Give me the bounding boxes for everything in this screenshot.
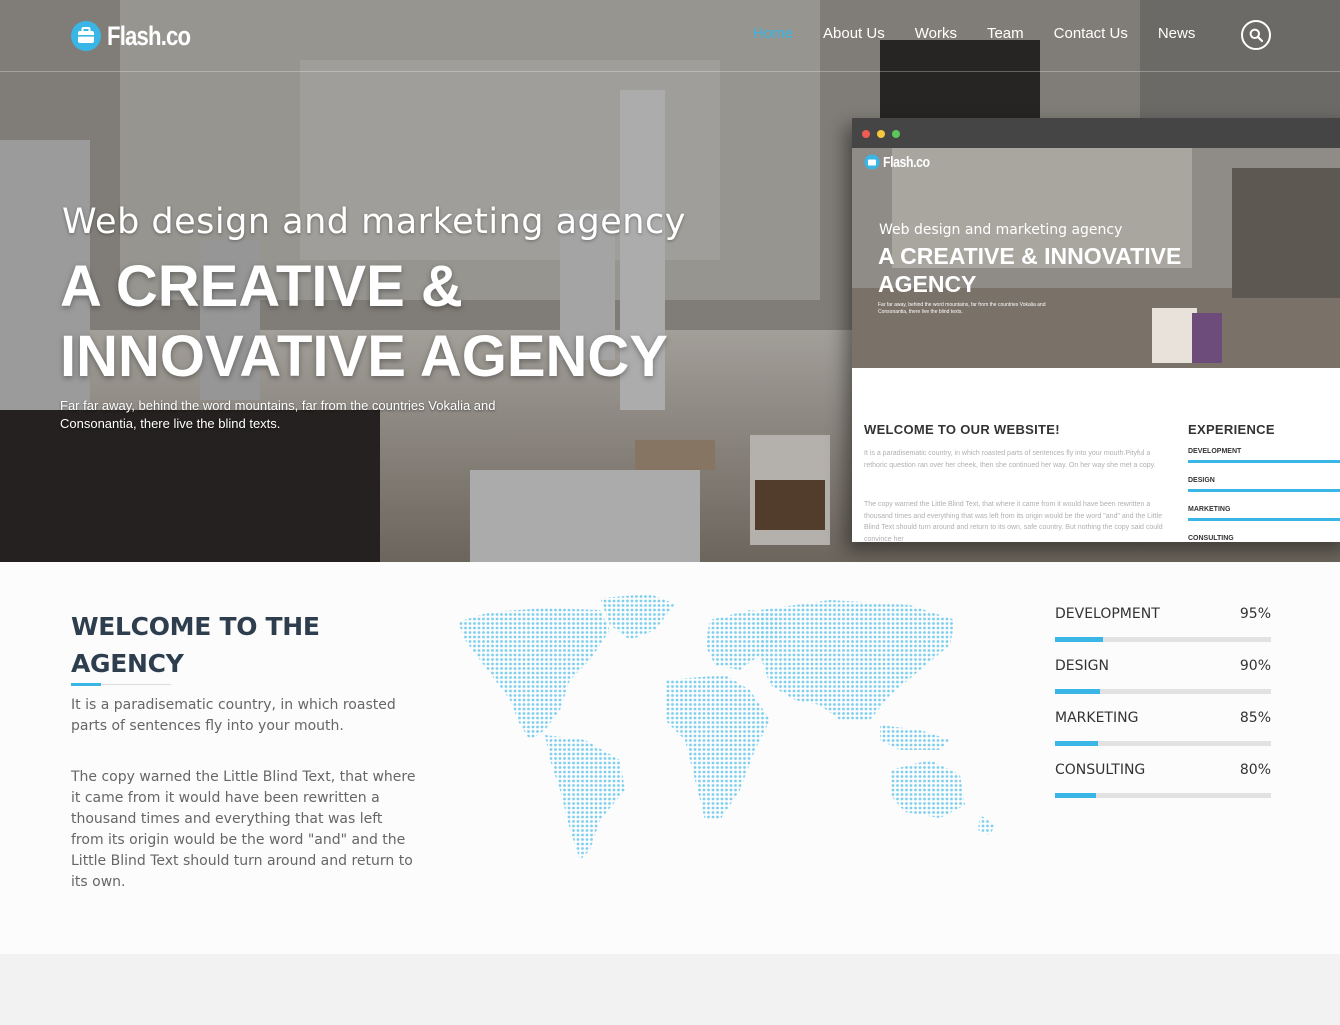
- nav-item-contact-us[interactable]: Contact Us: [1039, 24, 1143, 44]
- mockup-skill-label: DEVELOPMENT: [1188, 448, 1242, 455]
- skill-label: DESIGN: [1055, 658, 1109, 674]
- skill-label: CONSULTING: [1055, 762, 1146, 778]
- mockup-skill-marketing: MARKETING: [1188, 506, 1340, 521]
- skill-percent: 95%: [1239, 606, 1271, 622]
- search-icon: [1249, 28, 1263, 42]
- mockup-skill-development: DEVELOPMENT: [1188, 448, 1340, 463]
- skill-progress-fill: [1055, 689, 1101, 694]
- nav-item-news[interactable]: News: [1143, 24, 1211, 44]
- skill-progress-track: [1055, 637, 1271, 642]
- skill-progress-track: [1055, 689, 1271, 694]
- skill-percent: 90%: [1239, 658, 1271, 674]
- nav-item-works[interactable]: Works: [900, 24, 972, 44]
- nav-item-team[interactable]: Team: [972, 24, 1039, 44]
- mockup-hero: Flash.co Web design and marketing agency…: [852, 148, 1340, 368]
- mockup-brand: Flash.co: [864, 152, 940, 172]
- skill-progress-track: [1055, 741, 1271, 746]
- website-mockup: Flash.co Web design and marketing agency…: [852, 118, 1340, 542]
- welcome-paragraph-2: The copy warned the Little Blind Text, t…: [71, 769, 416, 890]
- skill-label: DEVELOPMENT: [1055, 606, 1160, 622]
- hero-section: Flash.co Home About Us Works Team Contac…: [0, 0, 1340, 562]
- skill-progress-fill: [1055, 637, 1103, 642]
- welcome-title: WELCOME TO THE AGENCY: [71, 612, 320, 678]
- mockup-brand-name: Flash.co: [883, 153, 930, 171]
- mockup-skill-design: DESIGN: [1188, 477, 1340, 492]
- main-nav: Home About Us Works Team Contact Us News: [738, 24, 1210, 44]
- minimize-dot-icon: [877, 130, 885, 138]
- nav-item-home[interactable]: Home: [738, 24, 808, 44]
- brand-logo[interactable]: Flash.co: [70, 18, 209, 54]
- title-underline-light: [101, 684, 171, 685]
- brand-name: Flash.co: [107, 20, 191, 51]
- skill-progress-fill: [1055, 741, 1099, 746]
- nav-item-about-us[interactable]: About Us: [808, 24, 900, 44]
- hero-text: Far far away, behind the word mountains,…: [60, 398, 496, 431]
- welcome-paragraph-1: It is a paradisematic country, in which …: [71, 697, 396, 734]
- mockup-content: WELCOME TO OUR WEBSITE! It is a paradise…: [852, 368, 1340, 542]
- mockup-welcome-title: WELCOME TO OUR WEBSITE!: [864, 422, 1060, 437]
- skill-development: DEVELOPMENT 95%: [1055, 606, 1271, 646]
- skill-label: MARKETING: [1055, 710, 1139, 726]
- mockup-briefcase-icon: [864, 154, 880, 170]
- mockup-skill-consulting: CONSULTING: [1188, 535, 1340, 542]
- mockup-skill-label: CONSULTING: [1188, 535, 1234, 542]
- title-underline: [71, 683, 101, 686]
- mockup-skill-bar: [1188, 518, 1340, 521]
- world-map-dots-icon: [458, 594, 995, 860]
- hero-title: A CREATIVE & INNOVATIVE AGENCY: [60, 254, 668, 389]
- skill-percent: 85%: [1239, 710, 1271, 726]
- mockup-paragraph-1: It is a paradisematic country, in which …: [864, 450, 1156, 469]
- search-button[interactable]: [1241, 20, 1271, 50]
- mockup-title: A CREATIVE & INNOVATIVE AGENCY: [878, 243, 1182, 297]
- mockup-skill-label: DESIGN: [1188, 477, 1215, 484]
- mockup-subtitle: Web design and marketing agency: [879, 222, 1123, 238]
- mockup-skill-bar: [1188, 460, 1340, 463]
- skill-percent: 80%: [1239, 762, 1271, 778]
- mockup-hero-text: Far far away, behind the word mountains,…: [878, 302, 1046, 315]
- skill-progress-track: [1055, 793, 1271, 798]
- mockup-window-bar: [852, 118, 1340, 148]
- mockup-paragraph-2: The copy warned the Little Blind Text, t…: [864, 501, 1163, 542]
- briefcase-logo-icon: [71, 21, 101, 51]
- skill-design: DESIGN 90%: [1055, 658, 1271, 698]
- page: Flash.co Home About Us Works Team Contac…: [0, 0, 1340, 1025]
- hero-subtitle: Web design and marketing agency: [62, 202, 686, 242]
- maximize-dot-icon: [892, 130, 900, 138]
- mockup-experience-title: EXPERIENCE: [1188, 422, 1275, 437]
- mockup-skill-bar: [1188, 489, 1340, 492]
- navbar: Flash.co Home About Us Works Team Contac…: [0, 0, 1340, 72]
- footer-band: [0, 954, 1340, 1025]
- mockup-skill-label: MARKETING: [1188, 506, 1231, 513]
- skill-marketing: MARKETING 85%: [1055, 710, 1271, 750]
- skill-progress-fill: [1055, 793, 1097, 798]
- skill-consulting: CONSULTING 80%: [1055, 762, 1271, 802]
- close-dot-icon: [862, 130, 870, 138]
